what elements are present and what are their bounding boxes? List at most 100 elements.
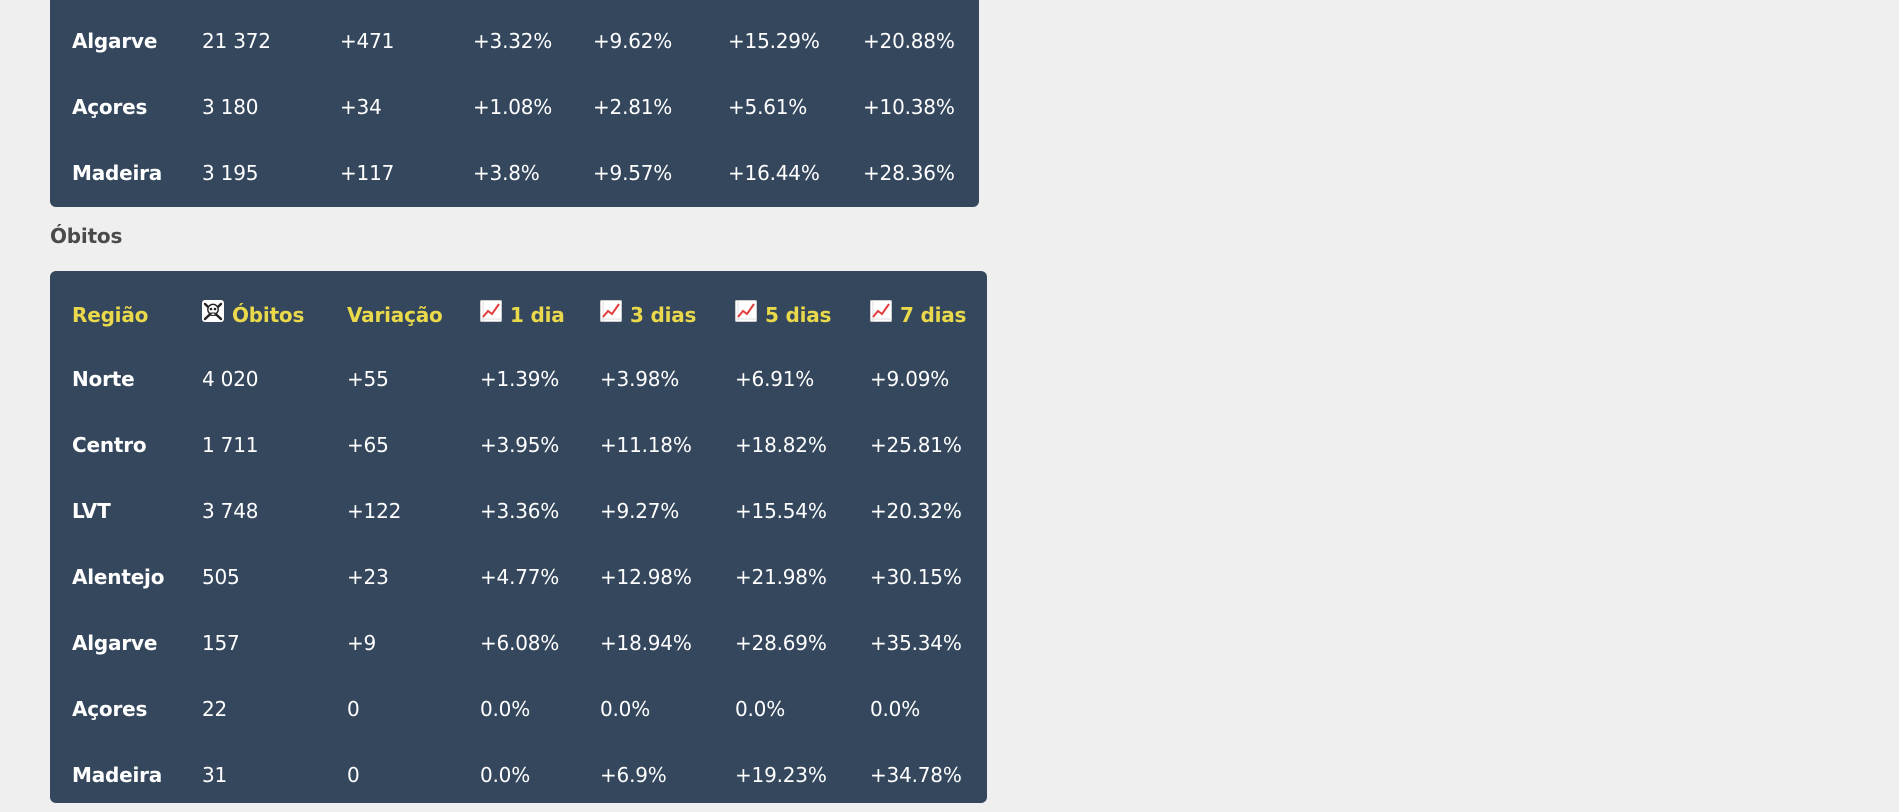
cell-value: 31 bbox=[202, 763, 228, 787]
page: Algarve 21 372 +471 +3.32% +9.62% +15.29… bbox=[0, 0, 1899, 812]
header-variation: Variação bbox=[347, 303, 443, 327]
cell-region: Algarve bbox=[72, 29, 158, 53]
table-row: Açores 22 0 0.0% 0.0% 0.0% 0.0% bbox=[50, 676, 987, 742]
header-region: Região bbox=[72, 303, 149, 327]
cell-region: Madeira bbox=[72, 161, 163, 185]
header-value-label: Óbitos bbox=[232, 303, 305, 327]
cell-1-day: +6.08% bbox=[480, 631, 560, 655]
cell-7-days: +34.78% bbox=[870, 763, 962, 787]
cell-7-days: 0.0% bbox=[870, 697, 921, 721]
cell-1-day: +3.95% bbox=[480, 433, 560, 457]
cell-1-day: 0.0% bbox=[480, 697, 531, 721]
cell-7-days: +9.09% bbox=[870, 367, 950, 391]
cell-region: Madeira bbox=[72, 763, 163, 787]
table-row: Norte 4 020 +55 +1.39% +3.98% +6.91% +9.… bbox=[50, 346, 987, 412]
skull-crossbones-icon bbox=[202, 282, 224, 348]
cell-variation: +9 bbox=[347, 631, 377, 655]
table-row: Açores 3 180 +34 +1.08% +2.81% +5.61% +1… bbox=[50, 74, 979, 140]
cell-5-days: +21.98% bbox=[735, 565, 827, 589]
cell-variation: 0 bbox=[347, 697, 360, 721]
section-title: Óbitos bbox=[50, 224, 123, 248]
cell-7-days: +20.88% bbox=[863, 29, 955, 53]
cell-variation: +122 bbox=[347, 499, 402, 523]
cell-1-day: +3.32% bbox=[473, 29, 553, 53]
cell-7-days: +25.81% bbox=[870, 433, 962, 457]
cell-variation: +23 bbox=[347, 565, 389, 589]
header-value: Óbitos bbox=[202, 282, 304, 348]
cell-3-days: +2.81% bbox=[593, 95, 673, 119]
cell-variation: +55 bbox=[347, 367, 389, 391]
cell-1-day: 0.0% bbox=[480, 763, 531, 787]
header-5-days-label: 5 dias bbox=[765, 303, 832, 327]
cell-5-days: +18.82% bbox=[735, 433, 827, 457]
cell-value: 22 bbox=[202, 697, 228, 721]
cell-value: 3 180 bbox=[202, 95, 259, 119]
cell-5-days: +16.44% bbox=[728, 161, 820, 185]
cell-value: 3 748 bbox=[202, 499, 259, 523]
table-row: Alentejo 505 +23 +4.77% +12.98% +21.98% … bbox=[50, 544, 987, 610]
table-row: Madeira 31 0 0.0% +6.9% +19.23% +34.78% bbox=[50, 742, 987, 808]
chart-increasing-icon bbox=[869, 282, 893, 348]
cell-region: Norte bbox=[72, 367, 135, 391]
cell-5-days: +19.23% bbox=[735, 763, 827, 787]
cell-3-days: +9.62% bbox=[593, 29, 673, 53]
table-row: Algarve 21 372 +471 +3.32% +9.62% +15.29… bbox=[50, 8, 979, 74]
header-5-days: 5 dias bbox=[734, 282, 832, 348]
cell-value: 157 bbox=[202, 631, 240, 655]
chart-increasing-icon bbox=[734, 282, 758, 348]
cell-7-days: +28.36% bbox=[863, 161, 955, 185]
header-7-days: 7 dias bbox=[869, 282, 967, 348]
cell-value: 3 195 bbox=[202, 161, 259, 185]
cell-7-days: +20.32% bbox=[870, 499, 962, 523]
cell-region: Alentejo bbox=[72, 565, 165, 589]
cell-value: 505 bbox=[202, 565, 240, 589]
cell-3-days: +18.94% bbox=[600, 631, 692, 655]
cell-value: 4 020 bbox=[202, 367, 259, 391]
cell-1-day: +1.39% bbox=[480, 367, 560, 391]
chart-increasing-icon bbox=[599, 282, 623, 348]
cases-table: Algarve 21 372 +471 +3.32% +9.62% +15.29… bbox=[50, 0, 979, 207]
cell-variation: +34 bbox=[340, 95, 382, 119]
cell-1-day: +4.77% bbox=[480, 565, 560, 589]
deaths-table: Região Óbitos Variação 1 dia 3 dias 5 di… bbox=[50, 271, 987, 803]
cell-5-days: 0.0% bbox=[735, 697, 786, 721]
cell-region: Açores bbox=[72, 697, 148, 721]
cell-5-days: +15.29% bbox=[728, 29, 820, 53]
cell-5-days: +28.69% bbox=[735, 631, 827, 655]
table-header-row: Região Óbitos Variação 1 dia 3 dias 5 di… bbox=[50, 282, 987, 348]
cell-3-days: +9.57% bbox=[593, 161, 673, 185]
header-1-day: 1 dia bbox=[479, 282, 565, 348]
cell-3-days: +12.98% bbox=[600, 565, 692, 589]
header-1-day-label: 1 dia bbox=[510, 303, 565, 327]
cell-3-days: +11.18% bbox=[600, 433, 692, 457]
cell-variation: +471 bbox=[340, 29, 395, 53]
table-row: Algarve 157 +9 +6.08% +18.94% +28.69% +3… bbox=[50, 610, 987, 676]
cell-variation: +117 bbox=[340, 161, 395, 185]
cell-value: 1 711 bbox=[202, 433, 259, 457]
header-7-days-label: 7 dias bbox=[900, 303, 967, 327]
cell-5-days: +5.61% bbox=[728, 95, 808, 119]
cell-3-days: +6.9% bbox=[600, 763, 667, 787]
cell-variation: +65 bbox=[347, 433, 389, 457]
cell-7-days: +35.34% bbox=[870, 631, 962, 655]
cell-7-days: +30.15% bbox=[870, 565, 962, 589]
cell-region: LVT bbox=[72, 499, 111, 523]
cell-3-days: 0.0% bbox=[600, 697, 651, 721]
header-3-days-label: 3 dias bbox=[630, 303, 697, 327]
cell-variation: 0 bbox=[347, 763, 360, 787]
cell-region: Açores bbox=[72, 95, 148, 119]
header-3-days: 3 dias bbox=[599, 282, 697, 348]
table-row: Madeira 3 195 +117 +3.8% +9.57% +16.44% … bbox=[50, 140, 979, 206]
table-row: Centro 1 711 +65 +3.95% +11.18% +18.82% … bbox=[50, 412, 987, 478]
table-row: LVT 3 748 +122 +3.36% +9.27% +15.54% +20… bbox=[50, 478, 987, 544]
cell-3-days: +3.98% bbox=[600, 367, 680, 391]
cell-7-days: +10.38% bbox=[863, 95, 955, 119]
cell-value: 21 372 bbox=[202, 29, 271, 53]
cell-1-day: +1.08% bbox=[473, 95, 553, 119]
cell-region: Algarve bbox=[72, 631, 158, 655]
cell-1-day: +3.8% bbox=[473, 161, 540, 185]
cell-1-day: +3.36% bbox=[480, 499, 560, 523]
chart-increasing-icon bbox=[479, 282, 503, 348]
cell-region: Centro bbox=[72, 433, 147, 457]
cell-3-days: +9.27% bbox=[600, 499, 680, 523]
